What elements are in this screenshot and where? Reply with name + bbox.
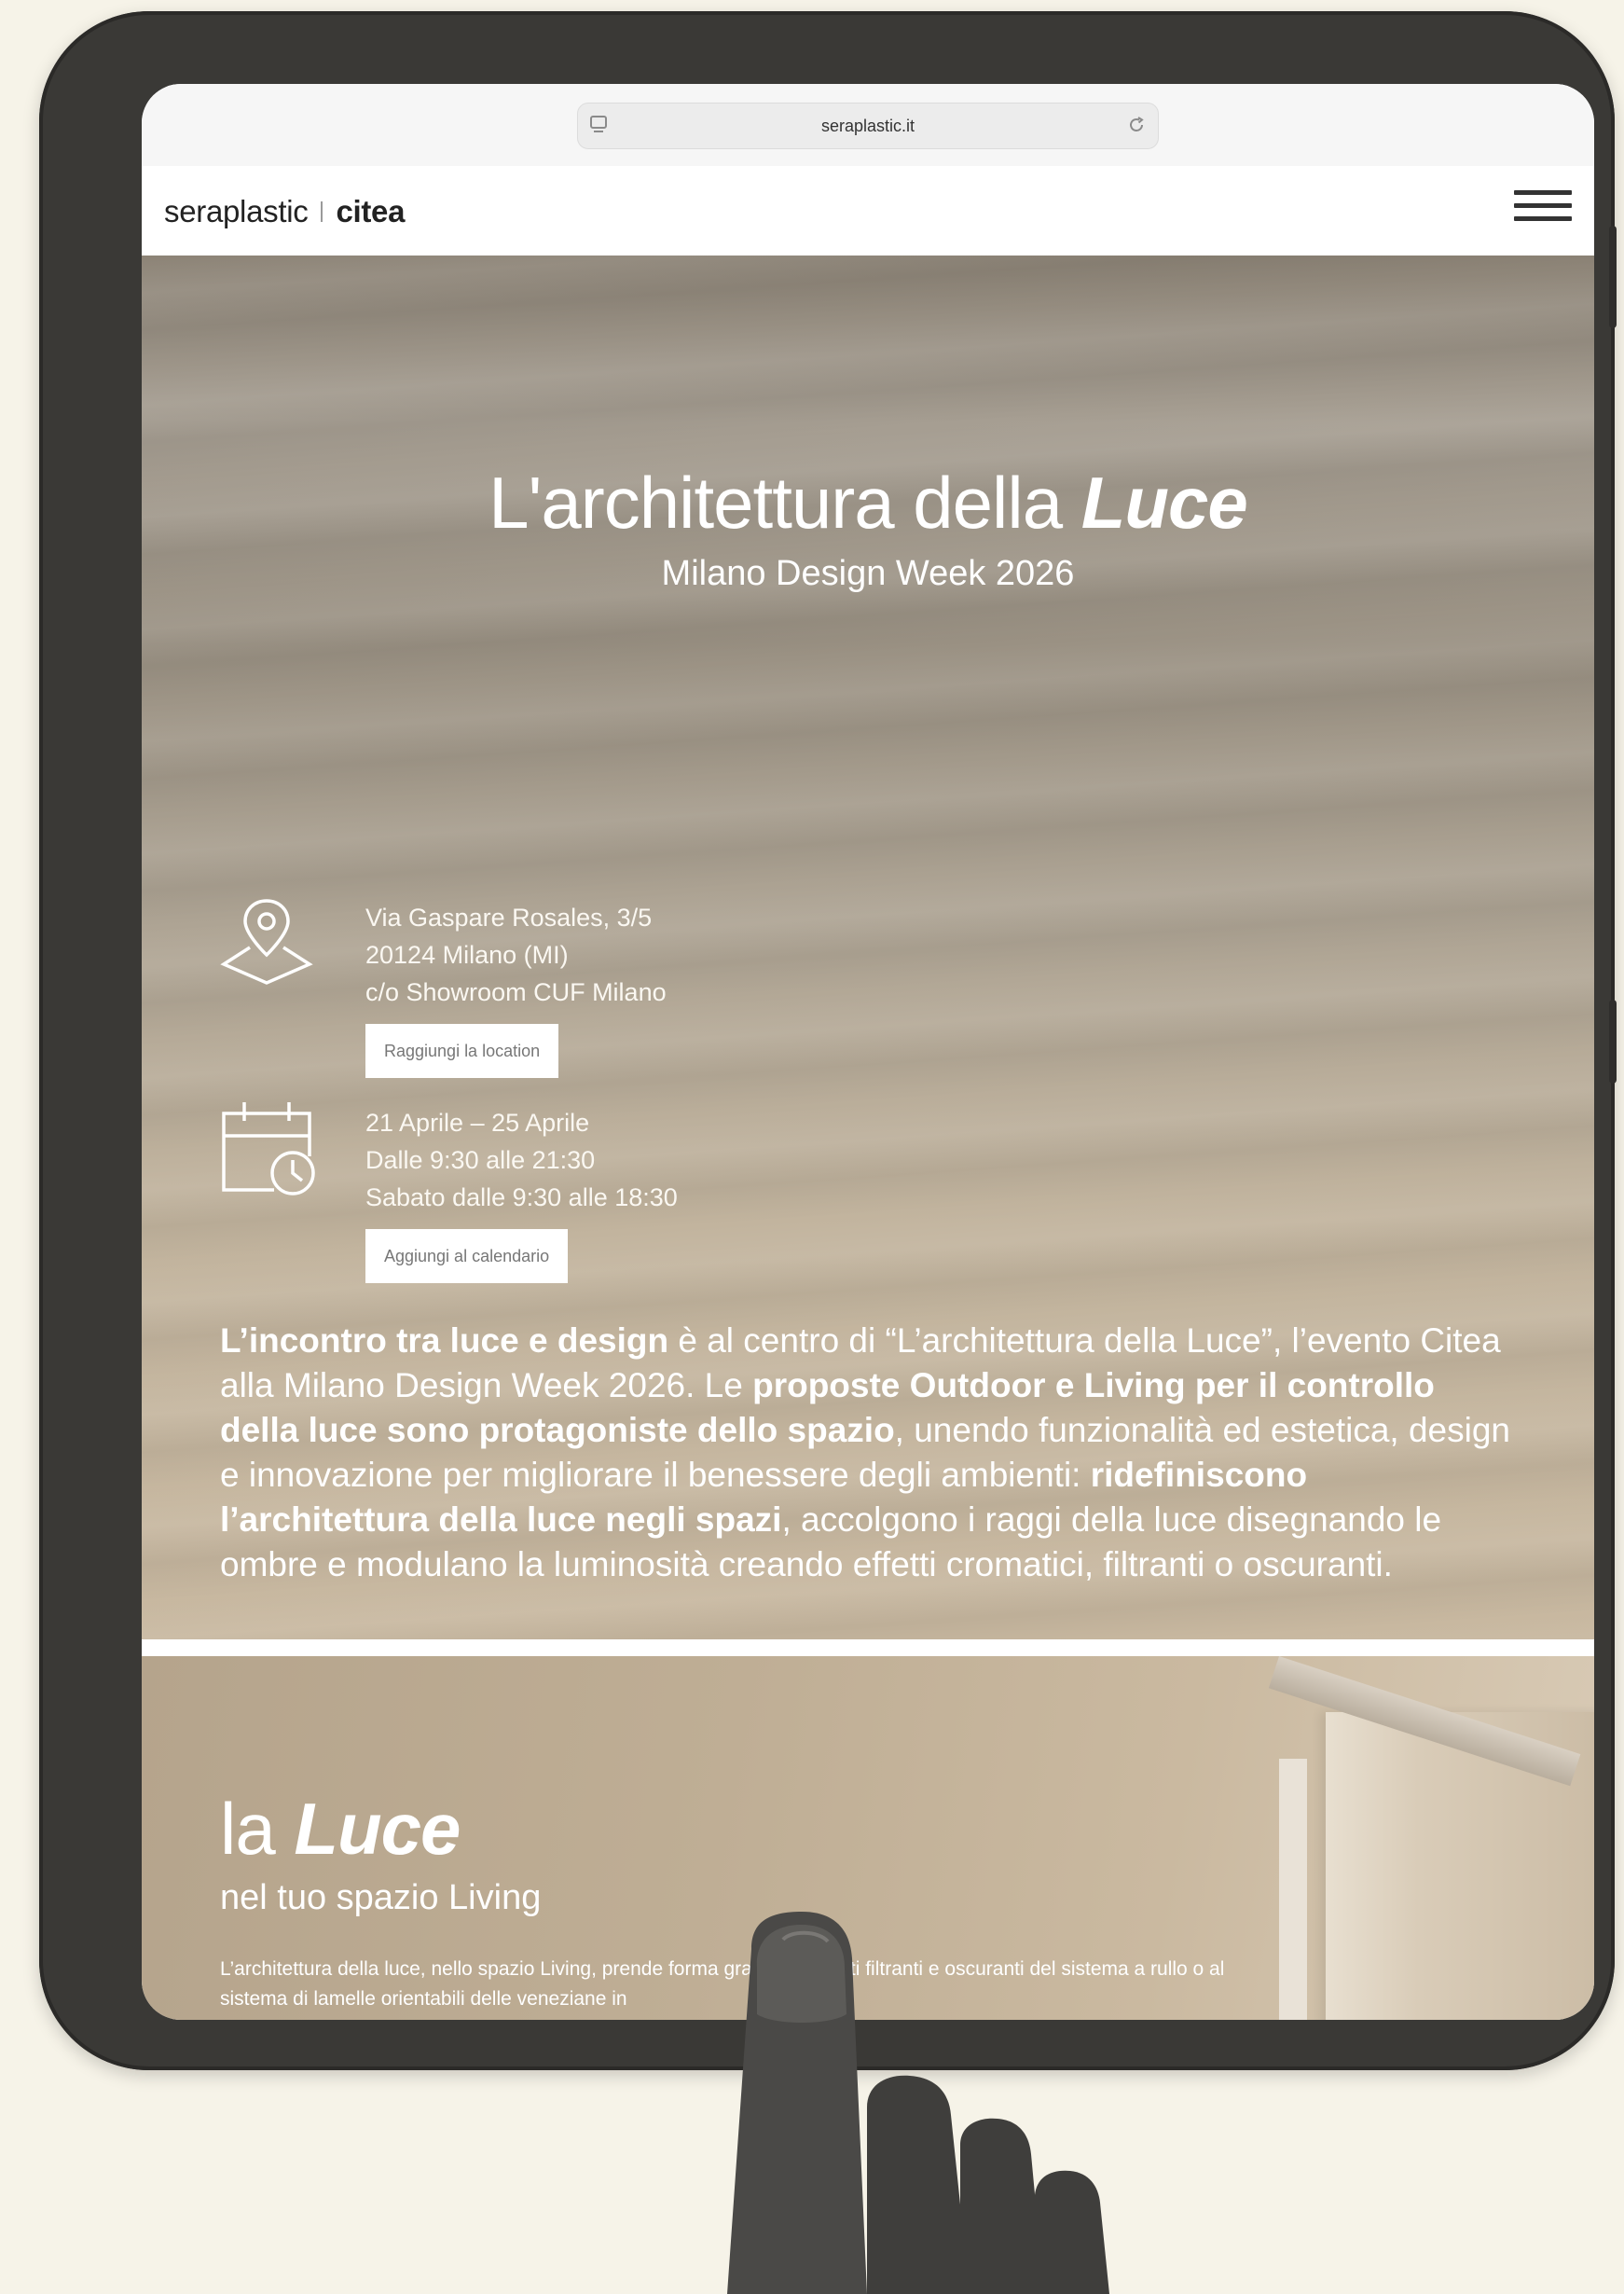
section-text: L’architettura della luce, nello spazio …: [220, 1958, 1225, 2010]
tablet-frame: seraplastic.it seraplastic citea L'archi…: [39, 11, 1617, 2070]
logo-seraplastic: seraplastic: [164, 194, 309, 228]
date-line: Sabato dalle 9:30 alle 18:30: [365, 1183, 678, 1211]
address-bar[interactable]: seraplastic.it: [577, 103, 1159, 149]
section-title-emphasis: Luce: [294, 1788, 461, 1870]
address-line: 20124 Milano (MI): [365, 941, 569, 969]
location-address: Via Gaspare Rosales, 3/5 20124 Milano (M…: [365, 899, 667, 1011]
hero-description: L’incontro tra luce e design è al centro…: [220, 1319, 1516, 1587]
address-line: Via Gaspare Rosales, 3/5: [365, 904, 653, 932]
page-icon[interactable]: [589, 115, 608, 135]
hero-title-prefix: L'architettura della: [489, 462, 1081, 544]
section-subtitle: nel tuo spazio Living: [220, 1878, 542, 1917]
directions-button[interactable]: Raggiungi la location: [365, 1024, 559, 1078]
description-bold: L’incontro tra luce e design: [220, 1321, 669, 1360]
menu-line: [1514, 203, 1572, 208]
location-pin-icon: [220, 899, 313, 985]
hero-subtitle: Milano Design Week 2026: [661, 554, 1075, 593]
address-line: c/o Showroom CUF Milano: [365, 978, 667, 1006]
living-section: la Luce nel tuo spazio Living L’architet…: [142, 1656, 1594, 2020]
tablet-side-button: [1609, 1000, 1617, 1084]
reload-icon[interactable]: [1126, 115, 1147, 135]
hero-title-emphasis: Luce: [1080, 462, 1248, 544]
section-title-prefix: la: [220, 1788, 295, 1870]
section-divider: [142, 1639, 1594, 1656]
hero-title: L'architettura della Luce: [142, 461, 1594, 546]
menu-line: [1514, 216, 1572, 221]
window-frame: [1279, 1759, 1307, 2020]
add-to-calendar-button[interactable]: Aggiungi al calendario: [365, 1229, 569, 1283]
hamburger-menu-icon[interactable]: [1514, 190, 1572, 231]
date-line: 21 Aprile – 25 Aprile: [365, 1109, 590, 1137]
event-dates: 21 Aprile – 25 Aprile Dalle 9:30 alle 21…: [365, 1104, 678, 1216]
date-line: Dalle 9:30 alle 21:30: [365, 1146, 596, 1174]
calendar-clock-icon: [222, 1102, 315, 1195]
site-header: seraplastic citea: [142, 166, 1594, 256]
hero-section: L'architettura della Luce Milano Design …: [142, 256, 1594, 1639]
menu-line: [1514, 190, 1572, 195]
tablet-side-button: [1609, 226, 1617, 328]
site-logo[interactable]: seraplastic citea: [164, 194, 405, 229]
browser-toolbar: seraplastic.it: [142, 84, 1594, 167]
section-title: la Luce: [220, 1787, 461, 1872]
url-text: seraplastic.it: [820, 116, 915, 135]
logo-citea: citea: [336, 194, 406, 228]
logo-separator: [321, 201, 323, 222]
tablet-screen: seraplastic.it seraplastic citea L'archi…: [142, 84, 1594, 2020]
